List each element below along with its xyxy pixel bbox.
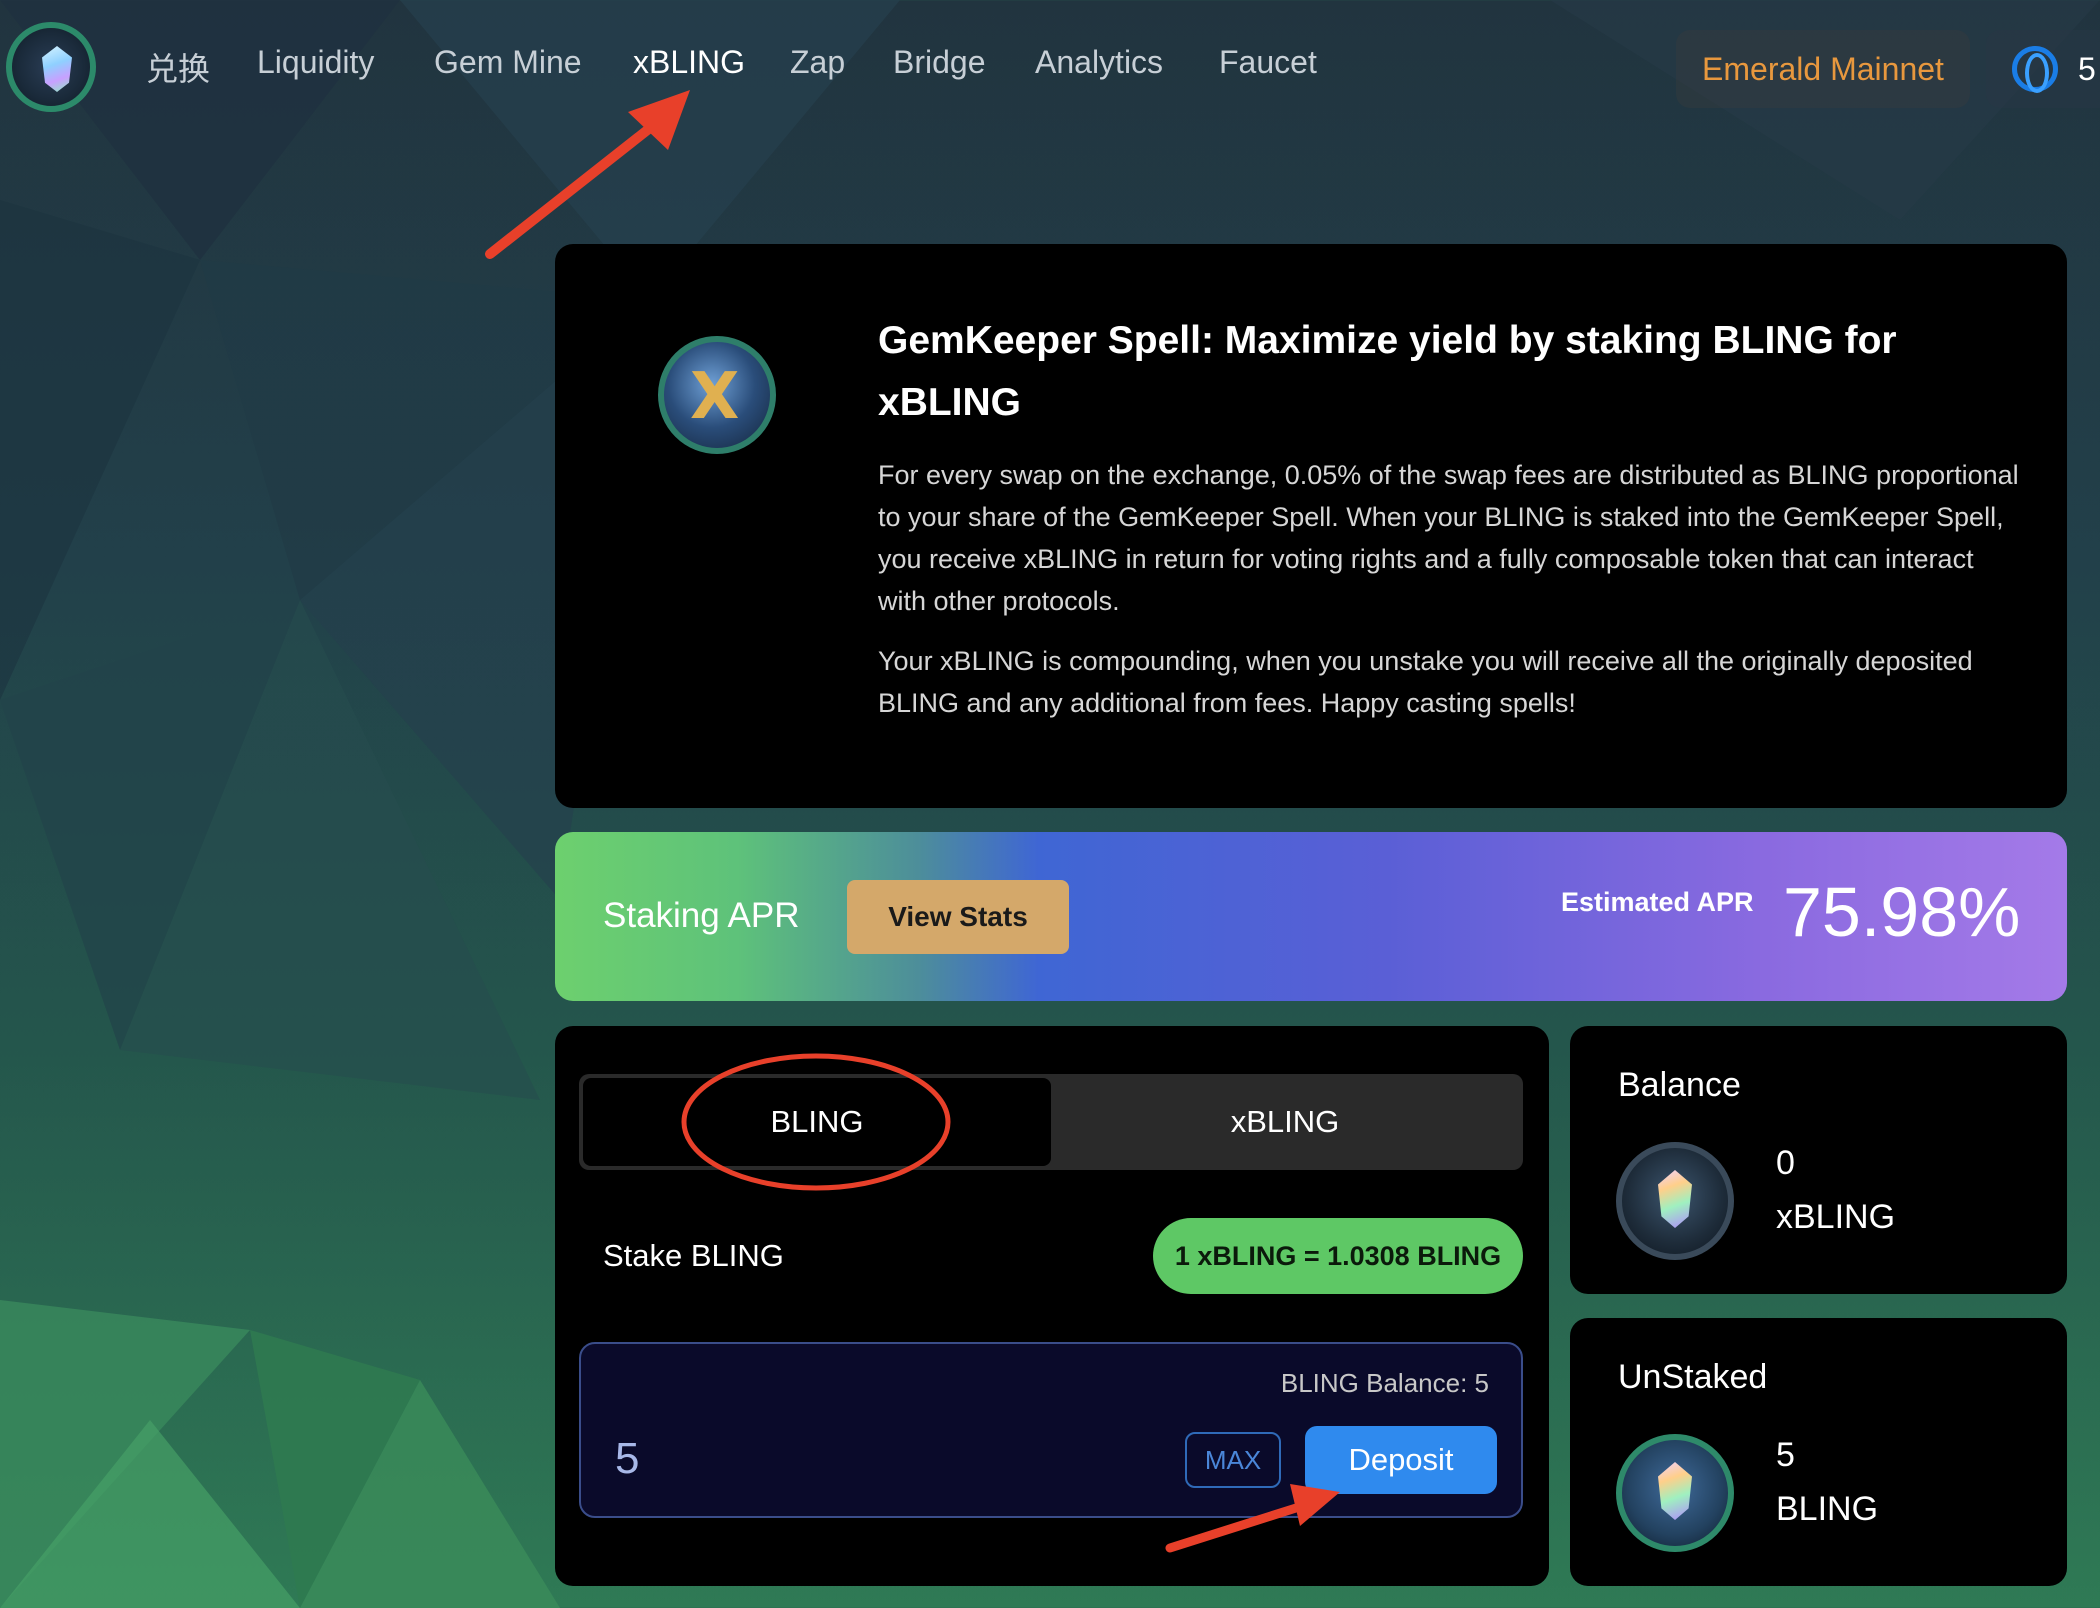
balance-value: 0 [1776, 1144, 1795, 1182]
top-nav: 兑换 Liquidity Gem Mine xBLING Zap Bridge … [0, 0, 2100, 140]
unstaked-unit: BLING [1776, 1490, 1879, 1528]
balance-unit: xBLING [1776, 1198, 1896, 1236]
staking-apr-banner: Staking APR View Stats Estimated APR 75.… [555, 832, 2067, 1001]
app-logo-icon[interactable] [6, 22, 96, 112]
tab-bling[interactable]: BLING [583, 1078, 1051, 1166]
nav-item-bridge[interactable]: Bridge [893, 44, 986, 81]
unstaked-card: UnStaked 5 BLING [1570, 1318, 2067, 1586]
nav-item-liquidity[interactable]: Liquidity [257, 44, 374, 81]
wallet-button[interactable]: 5 [1986, 30, 2100, 108]
bling-balance-label: BLING Balance: 5 [1280, 1368, 1489, 1398]
stake-panel: BLING xBLING Stake BLING 1 xBLING = 1.03… [555, 1026, 1549, 1586]
deposit-button[interactable]: Deposit [1305, 1426, 1497, 1494]
nav-item-gem-mine[interactable]: Gem Mine [434, 44, 582, 81]
nav-item-faucet[interactable]: Faucet [1219, 44, 1317, 81]
bling-token-icon [1616, 1434, 1734, 1552]
stake-bling-label: Stake BLING [603, 1238, 784, 1273]
nav-item-swap[interactable]: 兑换 [146, 44, 210, 90]
estimated-apr-value: 75.98% [1783, 873, 2021, 951]
view-stats-button[interactable]: View Stats [847, 880, 1069, 954]
exchange-rate-badge: 1 xBLING = 1.0308 BLING [1153, 1218, 1523, 1294]
gemkeeper-info-card: X GemKeeper Spell: Maximize yield by sta… [555, 244, 2067, 808]
nav-item-analytics[interactable]: Analytics [1035, 44, 1163, 81]
staking-apr-label: Staking APR [603, 896, 800, 935]
unstaked-value: 5 [1776, 1436, 1795, 1474]
balance-card: Balance 0 xBLING [1570, 1026, 2067, 1294]
unstaked-title: UnStaked [1618, 1358, 1768, 1396]
xbling-logo-icon: X [658, 336, 776, 454]
xbling-token-icon [1616, 1142, 1734, 1260]
stake-amount-input[interactable]: 5 [615, 1434, 639, 1484]
tab-xbling[interactable]: xBLING [1051, 1078, 1519, 1166]
network-label: Emerald Mainnet [1702, 50, 1944, 87]
network-selector-button[interactable]: Emerald Mainnet [1676, 30, 1970, 108]
page-title: GemKeeper Spell: Maximize yield by staki… [878, 319, 1897, 424]
nav-item-zap[interactable]: Zap [790, 44, 845, 81]
estimated-apr-label: Estimated APR [1561, 887, 1754, 917]
wallet-balance-partial: 5 [2078, 50, 2096, 87]
description-paragraph-2: Your xBLING is compounding, when you uns… [878, 646, 1973, 718]
balance-title: Balance [1618, 1066, 1741, 1104]
token-toggle: BLING xBLING [579, 1074, 1523, 1170]
description-paragraph-1: For every swap on the exchange, 0.05% of… [878, 460, 2019, 616]
max-button[interactable]: MAX [1185, 1432, 1281, 1488]
oasis-icon [2012, 46, 2058, 93]
nav-item-xbling[interactable]: xBLING [633, 44, 745, 81]
stake-amount-box: BLING Balance: 5 5 MAX Deposit [579, 1342, 1523, 1518]
